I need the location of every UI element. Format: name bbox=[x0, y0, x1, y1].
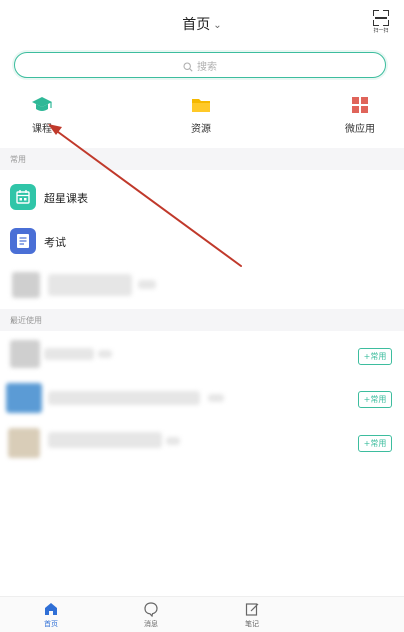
add-to-common-button[interactable]: +常用 bbox=[358, 391, 392, 408]
add-to-common-button[interactable]: +常用 bbox=[358, 435, 392, 452]
chevron-down-icon: ⌄ bbox=[213, 20, 222, 31]
section-header-common: 常用 bbox=[0, 148, 404, 170]
app-label: 考试 bbox=[44, 236, 66, 249]
graduation-cap-icon bbox=[32, 97, 52, 111]
page-title: 首页 bbox=[182, 17, 211, 33]
tab-messages[interactable]: 消息 bbox=[131, 601, 171, 629]
quick-action-courses[interactable]: 课程 bbox=[22, 94, 62, 135]
bottom-tab-bar: 首页 消息 笔记 bbox=[0, 596, 404, 632]
recent-item[interactable]: +常用 bbox=[0, 377, 404, 421]
tab-label: 首页 bbox=[44, 620, 58, 628]
section-header-recent[interactable]: 最近使用 › bbox=[0, 309, 404, 331]
timetable-icon bbox=[10, 184, 36, 210]
tab-home[interactable]: 首页 bbox=[31, 601, 71, 629]
blurred-title bbox=[48, 432, 162, 448]
app-label: 超星课表 bbox=[44, 192, 88, 205]
quick-action-micro-apps[interactable]: 微应用 bbox=[338, 94, 382, 135]
blurred-thumbnail bbox=[6, 383, 42, 413]
blurred-thumbnail bbox=[10, 340, 40, 368]
quick-action-label: 微应用 bbox=[345, 124, 375, 135]
home-icon bbox=[45, 603, 57, 615]
recent-item[interactable]: +常用 bbox=[0, 420, 404, 464]
blurred-app-label bbox=[48, 274, 132, 296]
exam-icon bbox=[10, 228, 36, 254]
blurred-meta bbox=[208, 394, 224, 402]
app-row-timetable[interactable]: 超星课表 bbox=[0, 175, 404, 219]
quick-action-label: 资源 bbox=[191, 124, 211, 135]
app-row-exam[interactable]: 考试 bbox=[0, 219, 404, 263]
quick-action-resources[interactable]: 资源 bbox=[181, 94, 221, 135]
search-icon bbox=[183, 62, 193, 72]
recent-item[interactable]: +常用 bbox=[0, 334, 404, 378]
blurred-app-icon bbox=[12, 272, 40, 298]
chevron-right-icon: › bbox=[10, 313, 15, 326]
tab-notes[interactable]: 笔记 bbox=[232, 601, 272, 629]
folder-icon bbox=[192, 99, 210, 112]
quick-action-label: 课程 bbox=[32, 124, 52, 135]
blurred-meta bbox=[166, 437, 180, 445]
app-row-blurred[interactable] bbox=[0, 264, 404, 308]
search-input[interactable]: 搜索 bbox=[14, 52, 386, 78]
blurred-thumbnail bbox=[8, 428, 40, 458]
add-to-common-button[interactable]: +常用 bbox=[358, 348, 392, 365]
scan-label: 扫一扫 bbox=[373, 28, 389, 34]
blurred-meta bbox=[98, 350, 112, 358]
section-label: 常用 bbox=[10, 155, 26, 164]
blurred-title bbox=[44, 348, 94, 360]
scan-button[interactable]: 扫一扫 bbox=[370, 10, 392, 36]
note-edit-icon bbox=[245, 603, 259, 616]
blurred-app-suffix bbox=[138, 280, 156, 289]
scan-icon bbox=[373, 10, 389, 26]
header-bar: 首页 ⌄ 扫一扫 bbox=[0, 0, 404, 46]
chat-bubble-icon bbox=[144, 602, 158, 617]
page-title-dropdown[interactable]: 首页 ⌄ bbox=[0, 14, 404, 34]
tab-label: 消息 bbox=[144, 620, 158, 628]
tab-label: 笔记 bbox=[245, 620, 259, 628]
apps-grid-icon bbox=[352, 97, 368, 113]
blurred-title bbox=[48, 391, 200, 405]
search-placeholder: 搜索 bbox=[197, 62, 217, 73]
